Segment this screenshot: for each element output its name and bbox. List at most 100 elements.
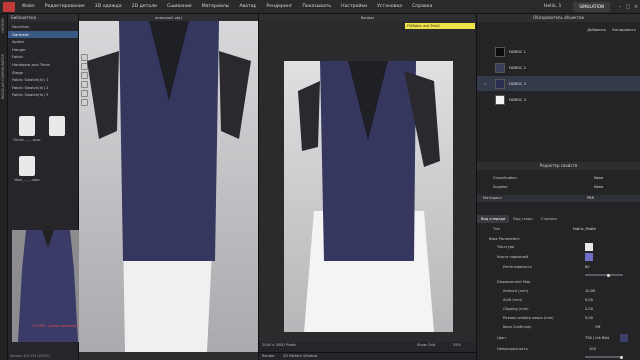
render-tag: FM/Fabric and Trim/1 bbox=[405, 23, 475, 29]
prop-displacement[interactable]: Displacement Map bbox=[477, 279, 640, 286]
copy-button[interactable]: Копировать bbox=[612, 27, 636, 32]
fabric-row-3[interactable]: ✓ FABRIC 3 bbox=[477, 76, 640, 91]
render-title: Render bbox=[259, 14, 476, 21]
fabric-swatch bbox=[495, 46, 505, 57]
prop-texture[interactable]: Текстура bbox=[477, 243, 640, 251]
fabric-name: FABRIC 2 bbox=[509, 65, 527, 70]
library-item-swatch-3[interactable]: Fabric Swatch(In) 3 bbox=[8, 91, 78, 99]
library-item-favorites[interactable]: Favorites bbox=[8, 23, 78, 31]
thumb-label: Femal..._....zpac bbox=[13, 138, 41, 142]
library-item-stage[interactable]: Stage bbox=[8, 69, 78, 77]
close-icon[interactable]: × bbox=[632, 4, 640, 10]
library-item-garment[interactable]: Garment bbox=[8, 30, 78, 39]
opacity-slider[interactable] bbox=[585, 355, 623, 359]
library-list: Favorites Garment Avatar Hanger Fabric H… bbox=[8, 22, 78, 99]
thumb-male[interactable]: Male_..._...zpac bbox=[12, 156, 42, 182]
thumb-female-2[interactable] bbox=[42, 116, 72, 138]
viewport-3d[interactable]: anavova2.zprj bbox=[79, 14, 259, 360]
thumb-female[interactable]: Femal..._....zpac bbox=[12, 116, 42, 142]
menu-avatar[interactable]: Аватар bbox=[234, 4, 261, 9]
prop-label: Displacement Map bbox=[497, 280, 531, 284]
prop-value: PBR bbox=[587, 196, 595, 200]
menu-bar: Файл Редактирование 3D одежда 2D детали … bbox=[0, 0, 640, 14]
show-grid-toggle[interactable]: Show Grid bbox=[417, 343, 435, 347]
menu-materials[interactable]: Материалы bbox=[197, 4, 235, 9]
fabric-row-2[interactable]: FABRIC 2 bbox=[477, 60, 640, 75]
fabric-swatch bbox=[495, 62, 505, 73]
minimize-icon[interactable]: – bbox=[616, 4, 624, 10]
shirt-icon bbox=[49, 116, 65, 136]
menu-3d-garment[interactable]: 3D одежда bbox=[90, 4, 127, 9]
prop-base-parameters[interactable]: Base Parameters bbox=[477, 236, 640, 243]
tab-render[interactable]: Render bbox=[262, 354, 275, 358]
library-item-fabric[interactable]: Fabric bbox=[8, 53, 78, 61]
menu-render[interactable]: Рендеринг bbox=[261, 4, 297, 9]
prop-intensity[interactable]: Интенсивность 60 bbox=[477, 264, 640, 271]
prop-label: Shift (mm) bbox=[503, 298, 523, 302]
simulation-button[interactable]: SIMULATION bbox=[573, 1, 610, 12]
library-item-hanger[interactable]: Hanger bbox=[8, 46, 78, 54]
viewport-3d-footer bbox=[79, 352, 258, 360]
menu-display[interactable]: Показывать bbox=[297, 4, 336, 9]
menu-preferences[interactable]: Установка bbox=[372, 4, 407, 9]
prop-color[interactable]: Цвет TSX | Ink Blot bbox=[477, 334, 640, 342]
prop-value: None bbox=[594, 176, 604, 180]
prop-amount[interactable]: Amount (mm) 10,00 bbox=[477, 288, 640, 295]
prop-label: Base Parameters bbox=[489, 237, 520, 241]
shirt-icon bbox=[19, 116, 35, 136]
prop-supplier[interactable]: Supplier None bbox=[477, 184, 640, 191]
menu-2d-pattern[interactable]: 2D детали bbox=[127, 4, 162, 9]
fabric-row-1[interactable]: FABRIC 1 bbox=[477, 44, 640, 59]
render-image[interactable] bbox=[284, 61, 453, 332]
color-swatch[interactable] bbox=[620, 334, 628, 342]
fabric-name: FABRIC 4 bbox=[509, 97, 527, 102]
menu-edit[interactable]: Редактирование bbox=[40, 4, 90, 9]
menu-help[interactable]: Справка bbox=[407, 4, 437, 9]
prop-label: Keep Continuity bbox=[503, 325, 532, 329]
prop-opacity[interactable]: Непрозрачность 100 bbox=[477, 346, 640, 353]
prop-classification[interactable]: Classification None bbox=[477, 175, 640, 182]
fabric-row-4[interactable]: FABRIC 4 bbox=[477, 92, 640, 107]
prop-keep-continuity[interactable]: Keep Continuity Off bbox=[477, 324, 640, 331]
texture-swatch[interactable] bbox=[585, 243, 593, 251]
library-item-avatar[interactable]: Avatar bbox=[8, 38, 78, 46]
add-button[interactable]: Добавить bbox=[587, 27, 606, 32]
check-icon: ✓ bbox=[484, 81, 488, 86]
library-item-swatch-1[interactable]: Fabric Swatch(In) 1 bbox=[8, 76, 78, 84]
menu-settings[interactable]: Настройки bbox=[336, 4, 372, 9]
tab-2d-pattern[interactable]: 2D Pattern Window bbox=[283, 354, 317, 358]
library-item-swatch-2[interactable]: Fabric Swatch(In) 2 bbox=[8, 84, 78, 92]
prop-value: Fabric_Matte bbox=[573, 227, 596, 231]
prop-label: Непрозрачность bbox=[497, 347, 528, 351]
prop-label: Интенсивность bbox=[503, 265, 532, 269]
history-tab[interactable]: HISTORY bbox=[1, 18, 5, 33]
prop-shift[interactable]: Shift (mm) 0,00 bbox=[477, 297, 640, 304]
fabric-swatch bbox=[495, 94, 505, 105]
prop-type[interactable]: Тип Fabric_Matte bbox=[477, 226, 640, 233]
zoom-level[interactable]: 25% bbox=[453, 343, 461, 347]
slider-knob[interactable] bbox=[607, 273, 610, 277]
maximize-icon[interactable]: □ bbox=[624, 4, 632, 10]
menu-sewing[interactable]: Сшивание bbox=[162, 4, 197, 9]
prop-mesh-size[interactable]: Размер ячейки меша (mm) 5,00 bbox=[477, 315, 640, 322]
user-name[interactable]: Hello, 1 bbox=[544, 4, 562, 9]
tab-front[interactable]: Вид спереди bbox=[477, 215, 510, 223]
fabric-swatch bbox=[495, 78, 505, 89]
tab-back[interactable]: Вид сзади bbox=[509, 215, 536, 223]
garment-3d-svg bbox=[87, 21, 251, 352]
prop-normal-map[interactable]: Карта нормалей bbox=[477, 253, 640, 261]
normal-map-swatch[interactable] bbox=[585, 253, 593, 261]
prop-label: Clipping (mm) bbox=[503, 307, 529, 311]
modular-configurator-tab[interactable]: MODULAR CONFIGURATOR bbox=[1, 54, 5, 99]
menu-file[interactable]: Файл bbox=[17, 4, 40, 9]
library-item-hardware[interactable]: Hardware and Trims bbox=[8, 61, 78, 69]
prop-material[interactable]: Материал PBR bbox=[477, 195, 640, 202]
menu-right: Hello, 1 SIMULATION – □ × bbox=[544, 0, 640, 14]
intensity-slider[interactable] bbox=[585, 273, 623, 277]
library-title: Библиотека bbox=[8, 14, 78, 22]
slider-knob[interactable] bbox=[620, 355, 623, 359]
prop-clipping[interactable]: Clipping (mm) 2,00 bbox=[477, 306, 640, 313]
prop-label: Тип bbox=[493, 227, 500, 231]
tab-sides[interactable]: Стороны bbox=[537, 215, 561, 223]
left-vertical-strip: HISTORY MODULAR CONFIGURATOR bbox=[0, 14, 8, 360]
